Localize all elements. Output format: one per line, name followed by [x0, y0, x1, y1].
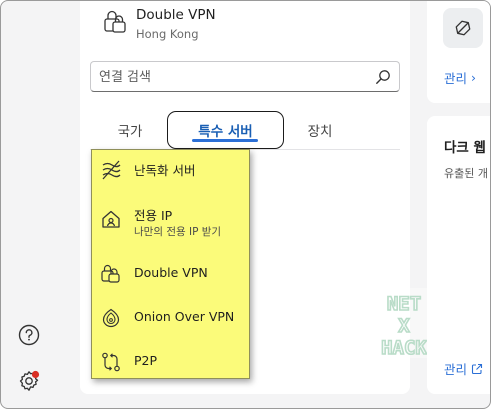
- watermark-line: HACK: [381, 337, 427, 358]
- connection-location: Hong Kong: [136, 27, 199, 41]
- right-top-panel: 관리 ›: [427, 1, 490, 103]
- search-icon[interactable]: [375, 69, 391, 85]
- notification-dot: [31, 370, 40, 379]
- menu-item-label: 난독화 서버: [134, 163, 196, 178]
- dark-web-description: 유출된 개: [444, 167, 488, 180]
- menu-item-obfuscated[interactable]: 난독화 서버: [92, 150, 249, 190]
- tab-country[interactable]: 국가: [90, 111, 170, 149]
- manage-label: 관리: [444, 71, 468, 86]
- connection-title: Double VPN: [136, 7, 216, 23]
- double-vpn-lock-icon: [101, 264, 120, 283]
- manage-link[interactable]: 관리 ›: [444, 68, 476, 87]
- tab-special-label: 특수 서버: [198, 124, 253, 140]
- tab-device[interactable]: 장치: [280, 111, 360, 149]
- double-vpn-lock-icon: [104, 10, 126, 33]
- p2p-icon: [102, 352, 120, 372]
- watermark-line: X: [398, 315, 410, 337]
- manage-bottom-label: 관리: [444, 362, 468, 377]
- menu-item-label: Onion Over VPN: [134, 309, 235, 324]
- manage-bottom-link[interactable]: 관리: [444, 359, 483, 378]
- menu-item-label: Double VPN: [134, 265, 208, 280]
- external-link-icon: [471, 363, 483, 374]
- menu-item-onion-over-vpn[interactable]: Onion Over VPN: [92, 298, 249, 338]
- settings-gear-icon[interactable]: [17, 369, 41, 393]
- menu-item-p2p[interactable]: P2P: [92, 342, 249, 380]
- menu-item-sublabel: 나만의 전용 IP 받기: [134, 226, 222, 238]
- onion-icon: [102, 308, 120, 328]
- watermark-line: NET: [387, 293, 421, 315]
- menu-item-dedicated-ip[interactable]: 전용 IP 나만의 전용 IP 받기: [92, 198, 249, 244]
- special-servers-menu: 난독화 서버 전용 IP 나만의 전용 IP 받기 Double VPN Oni…: [91, 149, 250, 379]
- menu-item-double-vpn[interactable]: Double VPN: [92, 254, 249, 294]
- app-window: Double VPN Hong Kong 국가 특수 서버 장치 난독화 서버: [0, 0, 491, 409]
- chevron-right-icon: ›: [471, 70, 477, 85]
- menu-item-label: P2P: [134, 353, 158, 368]
- tab-special-servers[interactable]: 특수 서버: [167, 111, 284, 149]
- threat-protection-button[interactable]: [443, 8, 483, 48]
- help-icon[interactable]: [17, 323, 41, 347]
- current-connection[interactable]: Double VPN Hong Kong: [102, 3, 402, 43]
- obfuscated-icon: [102, 160, 121, 180]
- shield-icon: [455, 20, 471, 36]
- menu-item-label: 전용 IP: [134, 208, 173, 223]
- search-input[interactable]: [99, 66, 369, 88]
- search-box[interactable]: [90, 61, 400, 92]
- right-bottom-panel: 다크 웹 유출된 개 관리: [427, 116, 490, 394]
- active-tab-indicator: [192, 139, 258, 142]
- dark-web-title: 다크 웹: [444, 140, 486, 156]
- dedicated-ip-icon: [102, 210, 120, 228]
